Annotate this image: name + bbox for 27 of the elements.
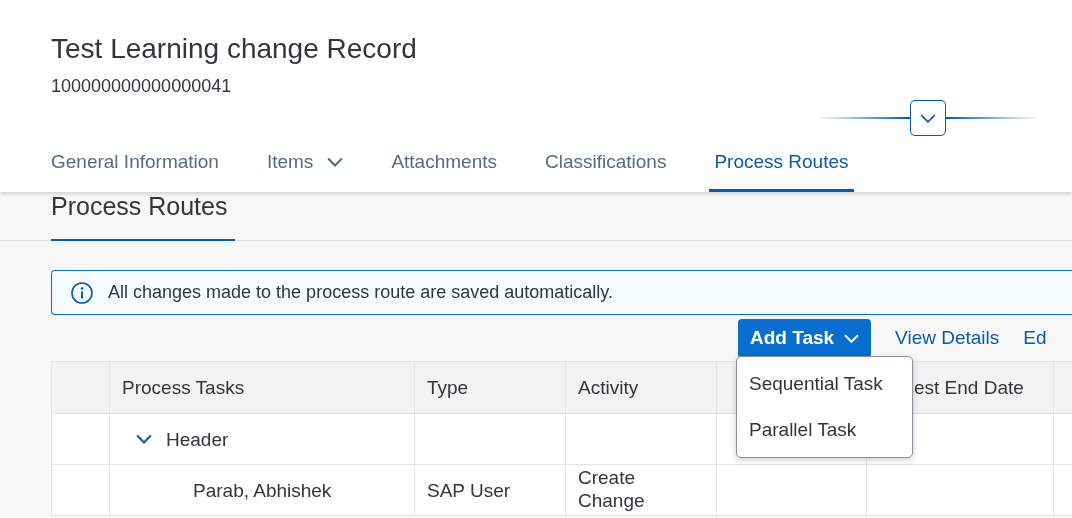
info-icon (70, 280, 94, 305)
chevron-down-icon[interactable] (136, 434, 152, 444)
table-cell: Header (166, 427, 229, 451)
table-cell: Parab, Abhishek (193, 478, 332, 502)
column-header: Type (427, 376, 469, 399)
column-header: Activity (578, 376, 639, 399)
column-header: Process Tasks (122, 376, 245, 399)
toolbar-link[interactable]: View Details (895, 327, 1000, 349)
info-text: All changes made to the process route are saved automatically. (108, 282, 613, 303)
table-cell: SAP User (427, 478, 511, 502)
column-header: est End Date (914, 376, 1024, 399)
tab[interactable]: Items (266, 141, 344, 192)
section-title: Process Routes (51, 192, 235, 241)
collapse-header-button[interactable] (910, 100, 946, 136)
tab[interactable]: Process Routes (709, 141, 854, 192)
menu-item[interactable]: Sequential Task (737, 361, 912, 407)
tab[interactable]: Classifications (545, 141, 667, 192)
chevron-down-icon (920, 113, 936, 123)
tab[interactable]: General Information (51, 141, 219, 192)
add-task-button[interactable]: Add Task (738, 318, 872, 358)
table-cell-text: Create Change (578, 466, 646, 512)
toolbar-link[interactable]: Ed (1023, 327, 1047, 349)
menu-item[interactable]: Parallel Task (737, 407, 912, 453)
tab[interactable]: Attachments (391, 141, 497, 192)
object-number: 100000000000000041 (51, 75, 233, 97)
chevron-down-icon (844, 333, 860, 343)
object-title: Test Learning change Record (51, 32, 418, 66)
